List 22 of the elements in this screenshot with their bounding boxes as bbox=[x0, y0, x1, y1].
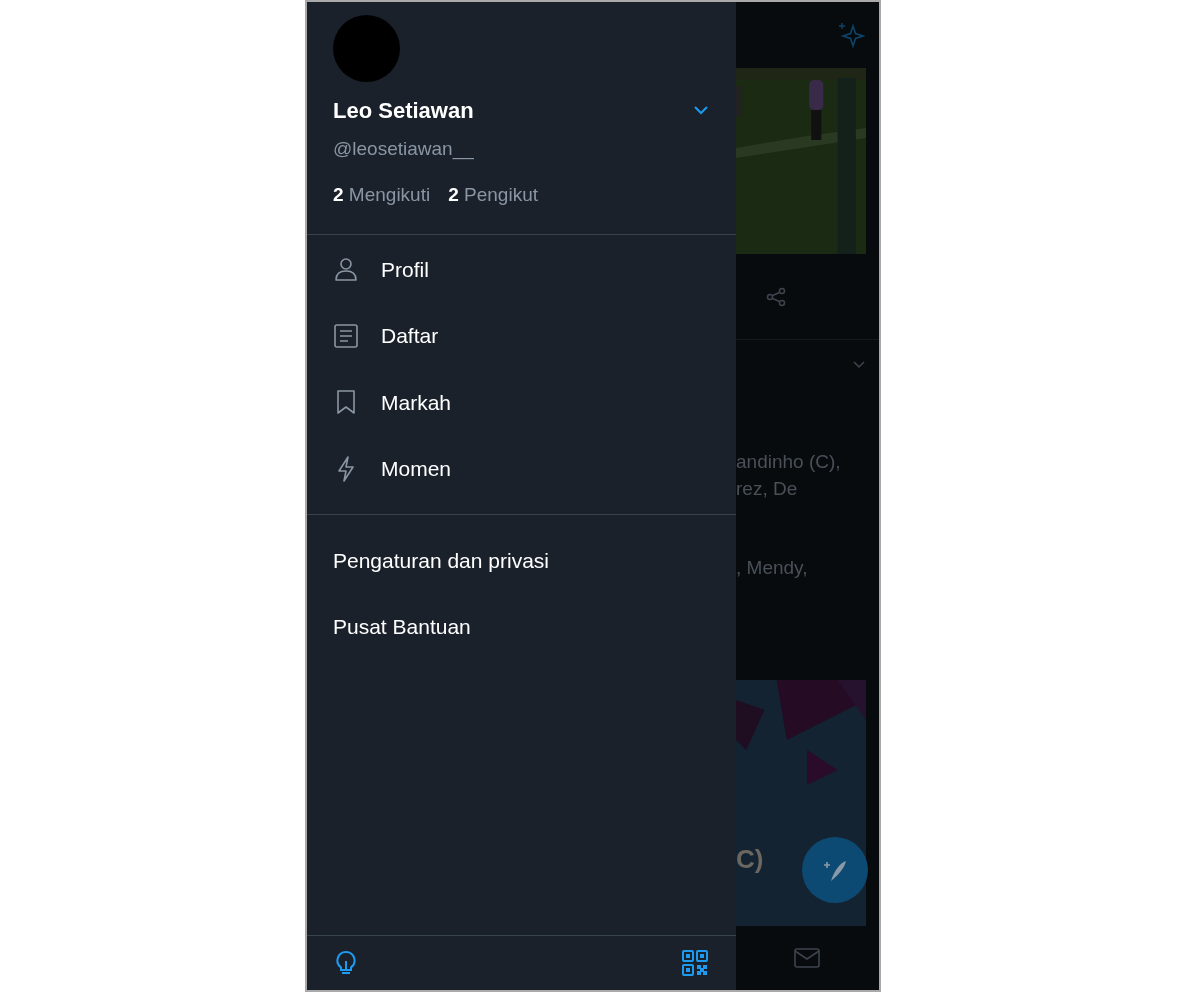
user-handle: @leosetiawan__ bbox=[333, 137, 475, 162]
list-icon bbox=[333, 322, 359, 349]
tweet-text: rez, De bbox=[736, 477, 799, 501]
lightbulb-icon[interactable] bbox=[335, 950, 357, 976]
menu-item[interactable]: Momen bbox=[307, 435, 736, 502]
menu-link[interactable]: Pengaturan dan privasi bbox=[307, 527, 736, 594]
user-name: Leo Setiawan bbox=[333, 97, 474, 125]
followers-count[interactable]: 2 Pengikut bbox=[448, 180, 538, 209]
menu-link[interactable]: Pusat Bantuan bbox=[307, 593, 736, 660]
qr-code-icon[interactable] bbox=[682, 950, 708, 976]
picture-caption: C) bbox=[736, 843, 764, 876]
tweet-text: , Mendy, bbox=[736, 556, 809, 580]
person-icon bbox=[333, 256, 359, 283]
following-count[interactable]: 2 Mengikuti bbox=[333, 180, 431, 209]
mail-icon[interactable] bbox=[794, 948, 820, 968]
menu-item[interactable]: Profil bbox=[307, 236, 736, 303]
tweet-text: andinho (C), bbox=[736, 450, 842, 474]
menu-item[interactable]: Markah bbox=[307, 369, 736, 436]
menu-item[interactable]: Daftar bbox=[307, 302, 736, 369]
sparkle-icon[interactable] bbox=[837, 21, 865, 49]
chevron-down-icon[interactable] bbox=[694, 106, 708, 115]
share-icon[interactable] bbox=[766, 286, 786, 307]
